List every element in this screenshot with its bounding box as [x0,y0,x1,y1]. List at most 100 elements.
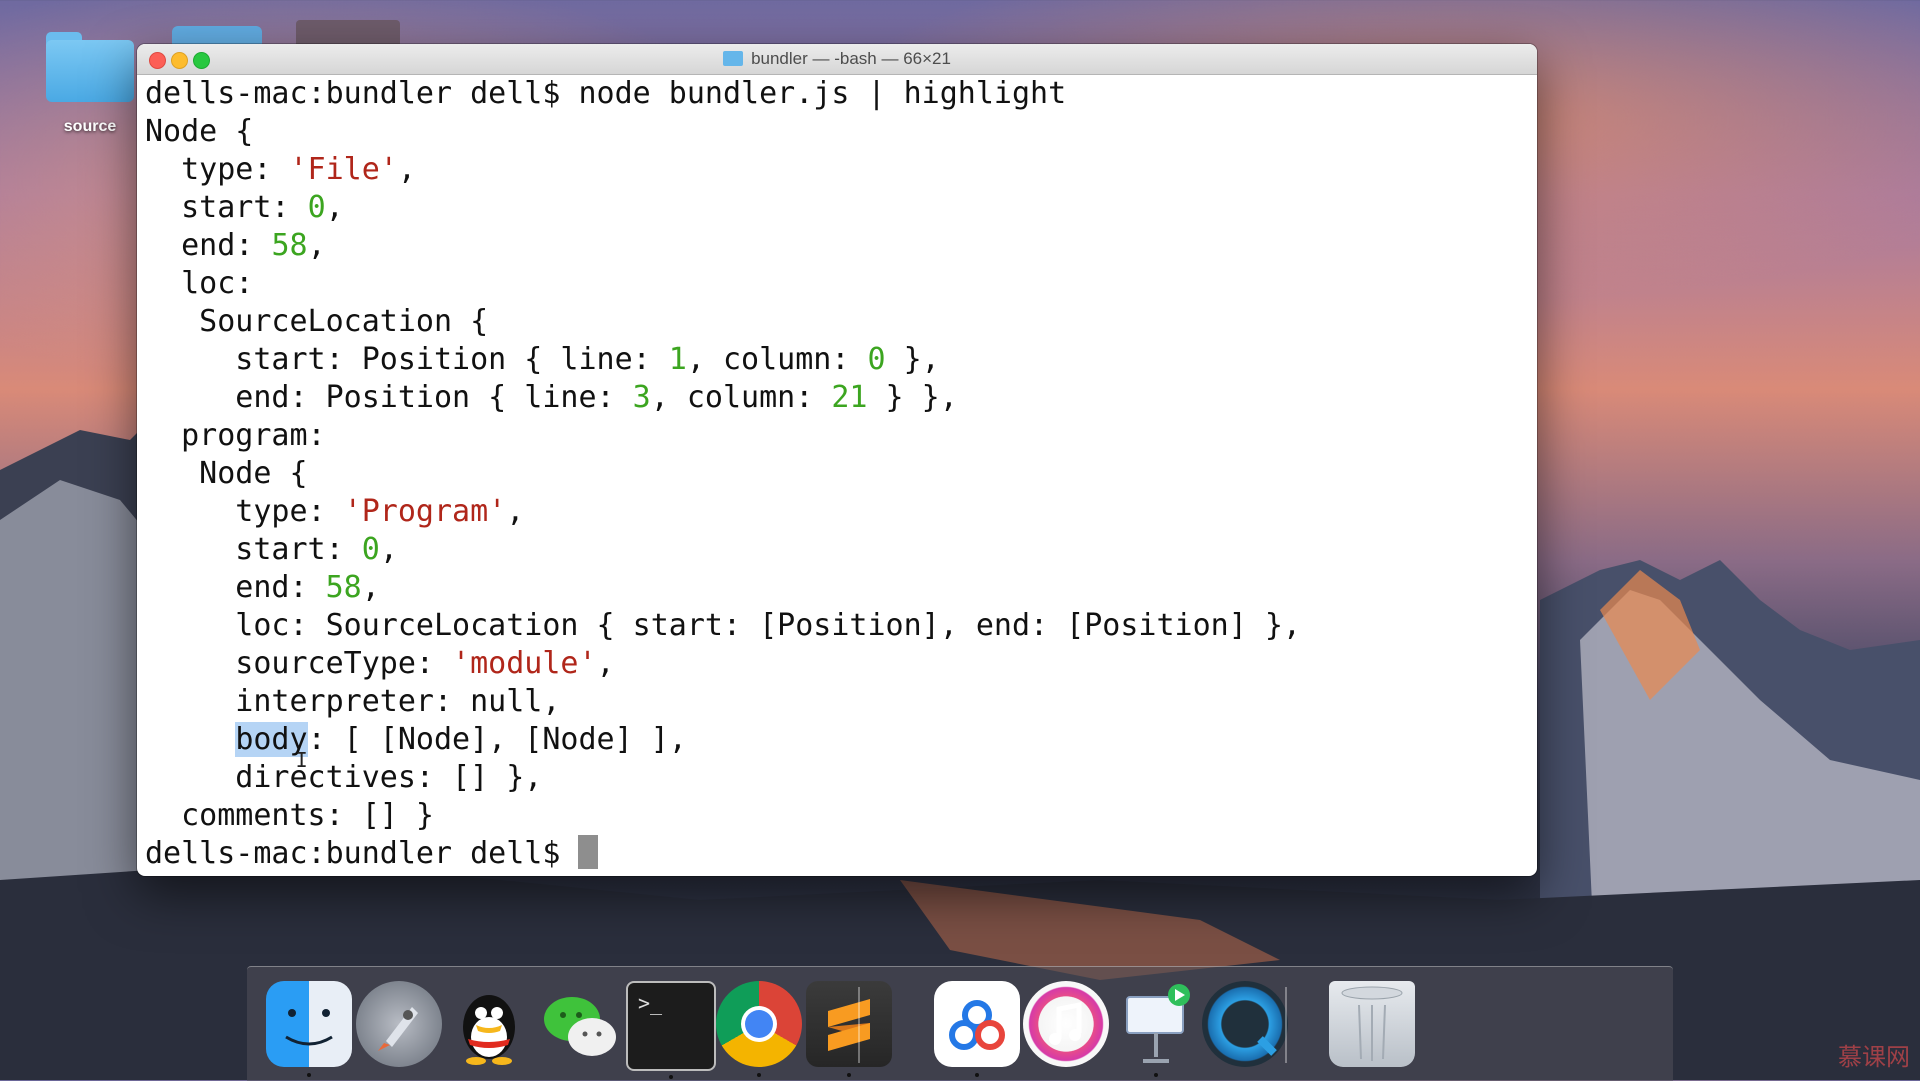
terminal-text: end: [145,228,272,263]
terminal-text: dells-mac:bundler dell$ [145,836,579,871]
terminal-text: directives: [] }, [145,760,543,795]
dock-separator [1285,987,1287,1063]
terminal-line: interpreter: null, [145,683,1529,721]
terminal-text: Node { [145,114,254,149]
terminal-text: 0 [867,342,886,377]
terminal-line: start: 0, [145,189,1529,227]
terminal-text: comments: [] } [145,798,434,833]
terminal-text: start: Position { line: [145,342,669,377]
terminal-text: , column: [650,380,832,415]
terminal-window[interactable]: bundler — -bash — 66×21 dells-mac:bundle… [137,44,1537,876]
terminal-text: 58 [325,570,362,605]
baidu-netdisk-icon[interactable] [934,981,1020,1077]
terminal-text: 1 [668,342,687,377]
running-indicator [1154,1073,1158,1077]
terminal-line: type: 'Program', [145,493,1529,531]
terminal-line: program: [145,417,1529,455]
terminal-line: start: 0, [145,531,1529,569]
running-indicator [757,1073,761,1077]
terminal-text: sourceType: [145,646,453,681]
dock-icon-glyph [1023,981,1109,1067]
terminal-line: body: [ [Node], [Node] ], [145,721,1529,779]
terminal-text: 3 [632,380,651,415]
folder-body [46,40,134,102]
dock-icon-glyph [356,981,442,1067]
terminal-line: Node { [145,113,1529,151]
terminal-icon[interactable]: >_ [626,981,716,1079]
terminal-line: end: Position { line: 3, column: 21 } }, [145,379,1529,417]
itunes-icon[interactable] [1023,981,1109,1067]
terminal-line: dells-mac:bundler dell$ [145,835,1529,873]
keynote-icon[interactable] [1113,981,1199,1077]
wechat-icon[interactable] [536,981,622,1067]
dock-icon-glyph [934,981,1020,1067]
terminal-text: end: Position { line: [145,380,633,415]
qq-icon[interactable] [446,981,532,1067]
terminal-cursor [578,835,599,869]
dock-icon-glyph [1202,981,1288,1067]
watermark: 慕课网 [1838,1043,1910,1071]
sublime-text-icon[interactable] [806,981,892,1077]
source-folder-label: source [63,118,117,135]
launchpad-icon[interactable] [356,981,442,1067]
terminal-line: dells-mac:bundler dell$ node bundler.js … [145,75,1529,113]
folder-icon [723,51,744,66]
terminal-text: interpreter: null, [145,684,561,719]
terminal-line: start: Position { line: 1, column: 0 }, [145,341,1529,379]
window-title: bundler — -bash — 66×21 [137,49,1537,69]
terminal-text: 21 [831,380,868,415]
terminal-output[interactable]: dells-mac:bundler dell$ node bundler.js … [137,75,1537,873]
terminal-text: , [379,532,398,567]
trash-icon[interactable] [1329,981,1415,1067]
dock-icon-glyph [1113,981,1199,1067]
terminal-text: , [596,646,615,681]
dock-icon-glyph [806,981,892,1067]
terminal-line: loc: SourceLocation { start: [Position],… [145,607,1529,645]
running-indicator [669,1075,673,1079]
terminal-line: directives: [] }, [145,759,1529,797]
terminal-text: 58 [271,228,308,263]
terminal-line: Node { [145,455,1529,493]
terminal-text: dells-mac:bundler dell$ node bundler.js … [145,76,1067,111]
dock-icon-glyph [446,981,532,1067]
terminal-text: loc: SourceLocation { start: [Position],… [145,608,1301,643]
terminal-line: type: 'File', [145,151,1529,189]
window-titlebar[interactable]: bundler — -bash — 66×21 [137,44,1537,75]
running-indicator [847,1073,851,1077]
terminal-text: , [361,570,380,605]
finder-icon[interactable] [266,981,352,1077]
terminal-line: end: 58, [145,569,1529,607]
terminal-text: 0 [361,532,380,567]
dock-icon-glyph: >_ [638,991,663,1015]
terminal-text: 'File' [289,152,398,187]
terminal-text: Node { [145,456,308,491]
running-indicator [307,1073,311,1077]
terminal-text: SourceLocation { [145,304,489,339]
terminal-text: , [307,228,326,263]
dock: >_ [247,966,1673,1081]
terminal-text: , column: [686,342,868,377]
terminal-text: loc: [145,266,254,301]
source-folder-icon[interactable] [46,32,134,102]
terminal-line: sourceType: 'module', [145,645,1529,683]
terminal-text: program: [145,418,326,453]
dock-separator [858,987,860,1063]
terminal-text: , [397,152,416,187]
terminal-text: 0 [307,190,326,225]
quicktime-icon[interactable] [1202,981,1288,1067]
dock-icon-glyph [716,981,802,1067]
terminal-text: : [ [Node], [Node] ], [307,722,687,757]
terminal-text: start: [145,532,362,567]
terminal-text: 'module' [452,646,597,681]
window-title-text: bundler — -bash — 66×21 [751,49,951,68]
terminal-text: type: [145,152,290,187]
terminal-line: loc: [145,265,1529,303]
dock-icon-glyph [536,981,622,1067]
terminal-line: comments: [] } [145,797,1529,835]
terminal-text: start: [145,190,308,225]
chrome-icon[interactable] [716,981,802,1077]
terminal-text: type: [145,494,344,529]
terminal-text: , [506,494,525,529]
terminal-text: , [325,190,344,225]
